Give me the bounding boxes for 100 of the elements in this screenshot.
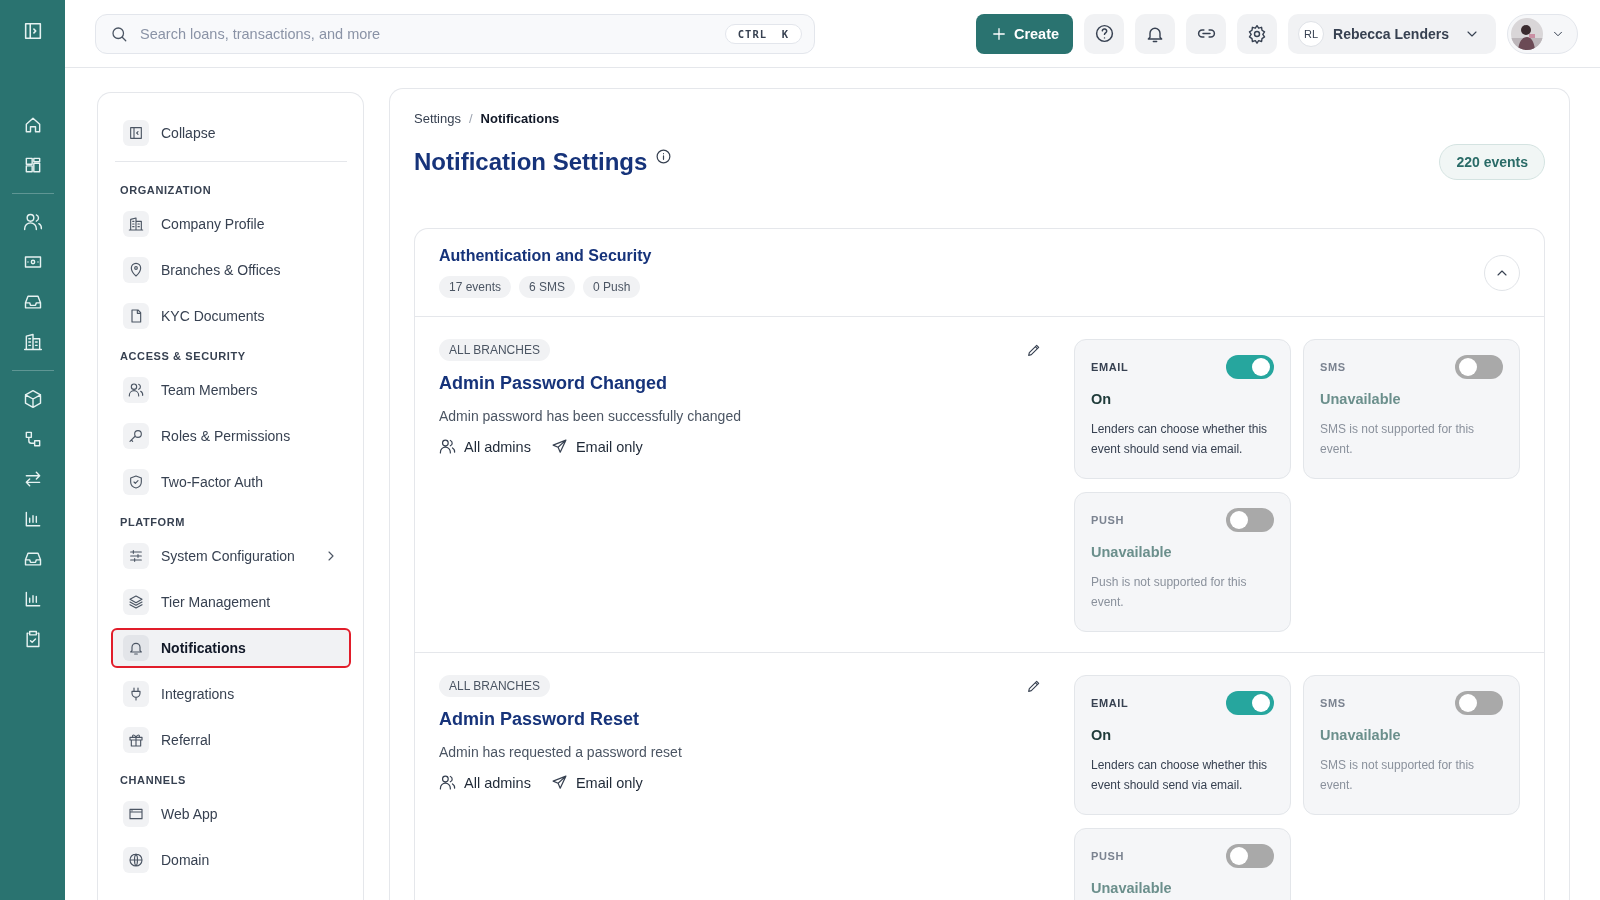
- sidebar-item[interactable]: Two-Factor Auth: [111, 462, 351, 502]
- channel-status: Unavailable: [1320, 391, 1402, 407]
- event-description: Admin password has been successfully changed: [439, 408, 742, 424]
- globe-icon: [128, 852, 144, 868]
- sidebar-item[interactable]: Branches & Offices: [111, 250, 351, 290]
- gift-icon: [128, 732, 144, 748]
- channel-toggle[interactable]: [1455, 691, 1503, 715]
- browser-icon: [128, 806, 144, 822]
- edit-icon: [1026, 342, 1042, 358]
- audience-label: All admins: [464, 774, 531, 791]
- event-description: Admin has requested a password reset: [439, 744, 683, 760]
- channel-label: EMAIL: [1091, 361, 1129, 373]
- inbox-icon: [22, 549, 43, 569]
- users-icon: [22, 212, 43, 232]
- channel-status: On: [1091, 391, 1113, 407]
- scope-badge: ALL BRANCHES: [439, 339, 550, 361]
- delivery-label: Email only: [575, 438, 643, 455]
- shield-icon: [128, 474, 144, 490]
- sidebar-item[interactable]: System Configuration: [111, 536, 351, 576]
- channel-description: Push is not supported for this event.: [1091, 574, 1248, 611]
- users-icon: [128, 382, 144, 398]
- channel-status: On: [1091, 727, 1113, 743]
- settings-icon: [1247, 23, 1268, 44]
- count-badge: 17 events: [439, 276, 512, 298]
- breadcrumb-separator: /: [469, 111, 473, 126]
- channel-label: PUSH: [1091, 514, 1124, 526]
- plug-icon: [128, 686, 144, 702]
- channel-toggle[interactable]: [1226, 691, 1274, 715]
- count-badge: 6 SMS: [519, 276, 576, 298]
- channel-status: Unavailable: [1320, 727, 1402, 743]
- building-icon: [128, 216, 144, 232]
- section-heading: PLATFORM: [119, 515, 187, 530]
- section-heading: CHANNELS: [119, 773, 187, 788]
- scope-badge: ALL BRANCHES: [439, 675, 550, 697]
- building-icon: [22, 332, 43, 352]
- section-heading: ORGANIZATION: [119, 183, 213, 198]
- sidebar-item[interactable]: Domain: [111, 840, 351, 880]
- sidebar-item[interactable]: Roles & Permissions: [111, 416, 351, 456]
- create-button[interactable]: Create: [975, 13, 1074, 54]
- event-title: Admin Password Reset: [439, 709, 641, 730]
- channel-toggle[interactable]: [1226, 508, 1274, 532]
- channel-status: Unavailable: [1091, 880, 1173, 896]
- channel-toggle[interactable]: [1455, 355, 1503, 379]
- send-icon: [550, 774, 568, 791]
- sidebar-item[interactable]: Company Profile: [111, 204, 351, 244]
- inbox-icon: [22, 292, 43, 312]
- channel-toggle[interactable]: [1226, 844, 1274, 868]
- sidebar-item[interactable]: Referral: [111, 720, 351, 760]
- event-count-badge: 220 events: [1439, 144, 1545, 180]
- collapse-icon: [128, 125, 144, 141]
- channel-label: SMS: [1320, 697, 1346, 709]
- user-name: Rebecca Lenders: [1333, 25, 1449, 42]
- channel-description: SMS is not supported for this event.: [1320, 421, 1476, 458]
- audience-label: All admins: [464, 438, 531, 455]
- page-title: Notification Settings: [414, 148, 648, 176]
- shortcut-hint: CTRL K: [724, 23, 802, 44]
- sidebar-item[interactable]: Team Members: [111, 370, 351, 410]
- sidebar-item[interactable]: KYC Documents: [111, 296, 351, 336]
- bell-icon: [128, 640, 144, 656]
- breadcrumb-link[interactable]: Notifications: [480, 111, 560, 126]
- channel-description: Lenders can choose whether this event should send via email.: [1091, 757, 1269, 794]
- group-title: Authentication and Security: [439, 247, 652, 265]
- notifications-button[interactable]: [1135, 13, 1176, 54]
- delivery-label: Email only: [575, 774, 643, 791]
- channel-label: PUSH: [1091, 850, 1124, 862]
- channel-label: SMS: [1320, 361, 1346, 373]
- user-menu-button[interactable]: RL Rebecca Lenders: [1288, 13, 1496, 54]
- search-icon: [110, 24, 128, 43]
- sidebar-item[interactable]: Integrations: [111, 674, 351, 714]
- help-button[interactable]: [1084, 13, 1125, 54]
- event-title: Admin Password Changed: [439, 373, 669, 394]
- search-input[interactable]: Search loans, transactions, and more: [138, 24, 715, 43]
- users-icon: [439, 774, 456, 791]
- breadcrumb-link[interactable]: Settings: [414, 111, 461, 126]
- collapse-button[interactable]: Collapse: [111, 113, 351, 153]
- sidebar-item[interactable]: Web App: [111, 794, 351, 834]
- user-initials: RL: [1298, 20, 1325, 47]
- search-field[interactable]: Search loans, transactions, and more CTRL K: [95, 13, 815, 54]
- avatar-button[interactable]: [1507, 13, 1578, 54]
- map-pin-icon: [128, 262, 144, 278]
- help-icon: [1093, 23, 1115, 44]
- send-icon: [550, 438, 568, 455]
- info-icon: [655, 147, 673, 165]
- sidebar-item[interactable]: Notifications: [111, 628, 351, 668]
- section-heading: ACCESS & SECURITY: [119, 349, 247, 364]
- document-icon: [128, 308, 144, 324]
- sliders-icon: [128, 548, 144, 564]
- count-badge: 0 Push: [583, 276, 641, 298]
- settings-button[interactable]: [1237, 13, 1278, 54]
- users-icon: [439, 438, 456, 455]
- sidebar-item[interactable]: Tier Management: [111, 582, 351, 622]
- channel-toggle[interactable]: [1226, 355, 1274, 379]
- cube-icon: [22, 389, 43, 409]
- channel-status: Unavailable: [1091, 544, 1173, 560]
- channel-label: EMAIL: [1091, 697, 1129, 709]
- channel-description: Lenders can choose whether this event should send via email.: [1091, 421, 1269, 458]
- layers-icon: [128, 594, 144, 610]
- edit-icon: [1026, 678, 1042, 694]
- link-button[interactable]: [1186, 13, 1227, 54]
- key-icon: [128, 428, 144, 444]
